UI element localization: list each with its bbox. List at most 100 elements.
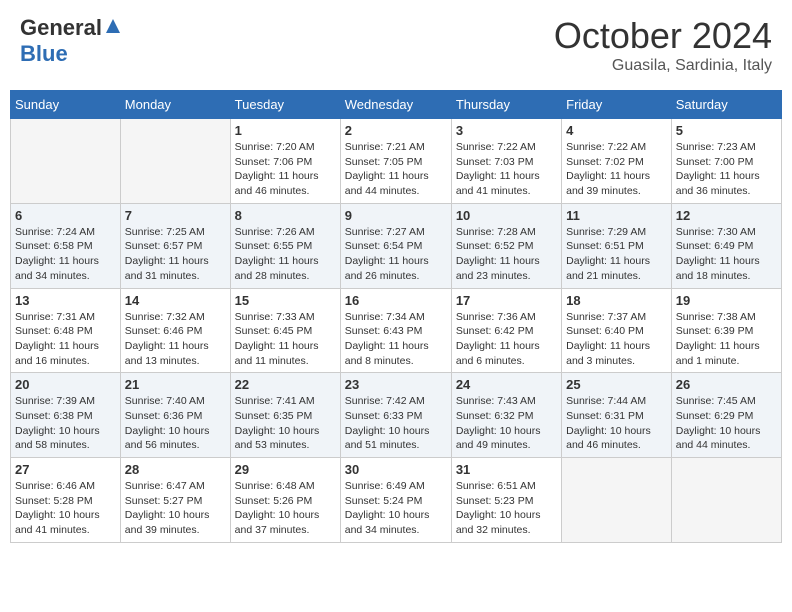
day-number: 4 xyxy=(566,123,667,138)
calendar-header-row: SundayMondayTuesdayWednesdayThursdayFrid… xyxy=(11,91,782,119)
calendar-cell: 20Sunrise: 7:39 AMSunset: 6:38 PMDayligh… xyxy=(11,373,121,458)
day-number: 20 xyxy=(15,377,116,392)
day-number: 28 xyxy=(125,462,226,477)
day-info: Sunrise: 7:42 AMSunset: 6:33 PMDaylight:… xyxy=(345,394,447,453)
day-info: Sunrise: 7:25 AMSunset: 6:57 PMDaylight:… xyxy=(125,225,226,284)
day-info: Sunrise: 7:32 AMSunset: 6:46 PMDaylight:… xyxy=(125,310,226,369)
day-number: 8 xyxy=(235,208,336,223)
day-number: 24 xyxy=(456,377,557,392)
calendar-week-row: 20Sunrise: 7:39 AMSunset: 6:38 PMDayligh… xyxy=(11,373,782,458)
day-info: Sunrise: 7:27 AMSunset: 6:54 PMDaylight:… xyxy=(345,225,447,284)
day-header-monday: Monday xyxy=(120,91,230,119)
calendar-cell: 21 Sunrise: 7:40 AMSunset: 6:36 PMDayligh… xyxy=(120,373,230,458)
day-info: Sunrise: 7:37 AMSunset: 6:40 PMDaylight:… xyxy=(566,310,667,369)
logo-blue-text: Blue xyxy=(20,41,68,67)
calendar-cell: 17 Sunrise: 7:36 AMSunset: 6:42 PMDayligh… xyxy=(451,288,561,373)
day-info: Sunrise: 7:44 AMSunset: 6:31 PMDaylight:… xyxy=(566,394,667,453)
day-info: Sunrise: 7:28 AMSunset: 6:52 PMDaylight:… xyxy=(456,225,557,284)
logo-general-text: General xyxy=(20,15,102,41)
day-info: Sunrise: 7:20 AMSunset: 7:06 PMDaylight:… xyxy=(235,140,336,199)
logo-triangle-icon xyxy=(104,17,122,35)
day-number: 6 xyxy=(15,208,116,223)
calendar-cell: 23 Sunrise: 7:42 AMSunset: 6:33 PMDayligh… xyxy=(340,373,451,458)
day-number: 11 xyxy=(566,208,667,223)
location-text: Guasila, Sardinia, Italy xyxy=(554,57,772,75)
day-info: Sunrise: 7:22 AMSunset: 7:03 PMDaylight:… xyxy=(456,140,557,199)
day-number: 10 xyxy=(456,208,557,223)
day-header-wednesday: Wednesday xyxy=(340,91,451,119)
day-info: Sunrise: 7:30 AMSunset: 6:49 PMDaylight:… xyxy=(676,225,777,284)
calendar-cell: 13 Sunrise: 7:31 AMSunset: 6:48 PMDayligh… xyxy=(11,288,121,373)
calendar-cell: 30 Sunrise: 6:49 AMSunset: 5:24 PMDayligh… xyxy=(340,458,451,543)
day-header-tuesday: Tuesday xyxy=(230,91,340,119)
day-number: 22 xyxy=(235,377,336,392)
day-number: 26 xyxy=(676,377,777,392)
day-info: Sunrise: 7:43 AMSunset: 6:32 PMDaylight:… xyxy=(456,394,557,453)
day-number: 3 xyxy=(456,123,557,138)
calendar-cell: 6 Sunrise: 7:24 AMSunset: 6:58 PMDaylight… xyxy=(11,203,121,288)
title-section: October 2024 Guasila, Sardinia, Italy xyxy=(554,15,772,75)
day-info: Sunrise: 7:29 AMSunset: 6:51 PMDaylight:… xyxy=(566,225,667,284)
day-number: 1 xyxy=(235,123,336,138)
calendar-cell xyxy=(671,458,781,543)
calendar-cell: 26 Sunrise: 7:45 AMSunset: 6:29 PMDayligh… xyxy=(671,373,781,458)
calendar-table: SundayMondayTuesdayWednesdayThursdayFrid… xyxy=(10,90,782,543)
day-info: Sunrise: 7:24 AMSunset: 6:58 PMDaylight:… xyxy=(15,225,116,284)
day-info: Sunrise: 6:48 AMSunset: 5:26 PMDaylight:… xyxy=(235,479,336,538)
page-header: General Blue October 2024 Guasila, Sardi… xyxy=(10,10,782,80)
day-number: 14 xyxy=(125,293,226,308)
day-number: 29 xyxy=(235,462,336,477)
month-title: October 2024 xyxy=(554,15,772,57)
calendar-cell: 15 Sunrise: 7:33 AMSunset: 6:45 PMDayligh… xyxy=(230,288,340,373)
day-info: Sunrise: 7:38 AMSunset: 6:39 PMDaylight:… xyxy=(676,310,777,369)
calendar-cell: 3 Sunrise: 7:22 AMSunset: 7:03 PMDaylight… xyxy=(451,119,561,204)
logo: General Blue xyxy=(20,15,122,67)
day-header-friday: Friday xyxy=(562,91,672,119)
calendar-cell xyxy=(562,458,672,543)
day-number: 12 xyxy=(676,208,777,223)
calendar-week-row: 1 Sunrise: 7:20 AMSunset: 7:06 PMDaylight… xyxy=(11,119,782,204)
calendar-cell: 22 Sunrise: 7:41 AMSunset: 6:35 PMDayligh… xyxy=(230,373,340,458)
day-info: Sunrise: 7:41 AMSunset: 6:35 PMDaylight:… xyxy=(235,394,336,453)
day-info: Sunrise: 7:40 AMSunset: 6:36 PMDaylight:… xyxy=(125,394,226,453)
day-info: Sunrise: 6:49 AMSunset: 5:24 PMDaylight:… xyxy=(345,479,447,538)
day-number: 21 xyxy=(125,377,226,392)
day-info: Sunrise: 7:33 AMSunset: 6:45 PMDaylight:… xyxy=(235,310,336,369)
calendar-cell: 1 Sunrise: 7:20 AMSunset: 7:06 PMDaylight… xyxy=(230,119,340,204)
calendar-cell: 7 Sunrise: 7:25 AMSunset: 6:57 PMDaylight… xyxy=(120,203,230,288)
day-number: 31 xyxy=(456,462,557,477)
day-number: 15 xyxy=(235,293,336,308)
calendar-cell xyxy=(120,119,230,204)
calendar-cell: 4 Sunrise: 7:22 AMSunset: 7:02 PMDaylight… xyxy=(562,119,672,204)
calendar-cell: 14 Sunrise: 7:32 AMSunset: 6:46 PMDayligh… xyxy=(120,288,230,373)
day-number: 17 xyxy=(456,293,557,308)
day-info: Sunrise: 6:51 AMSunset: 5:23 PMDaylight:… xyxy=(456,479,557,538)
calendar-cell: 16Sunrise: 7:34 AMSunset: 6:43 PMDayligh… xyxy=(340,288,451,373)
calendar-cell: 29 Sunrise: 6:48 AMSunset: 5:26 PMDayligh… xyxy=(230,458,340,543)
day-info: Sunrise: 7:45 AMSunset: 6:29 PMDaylight:… xyxy=(676,394,777,453)
calendar-cell: 25 Sunrise: 7:44 AMSunset: 6:31 PMDayligh… xyxy=(562,373,672,458)
day-info: Sunrise: 6:46 AMSunset: 5:28 PMDaylight:… xyxy=(15,479,116,538)
day-number: 2 xyxy=(345,123,447,138)
calendar-cell: 28Sunrise: 6:47 AMSunset: 5:27 PMDayligh… xyxy=(120,458,230,543)
day-info: Sunrise: 7:23 AMSunset: 7:00 PMDaylight:… xyxy=(676,140,777,199)
day-number: 30 xyxy=(345,462,447,477)
calendar-cell: 31 Sunrise: 6:51 AMSunset: 5:23 PMDayligh… xyxy=(451,458,561,543)
day-number: 9 xyxy=(345,208,447,223)
day-number: 27 xyxy=(15,462,116,477)
day-info: Sunrise: 7:31 AMSunset: 6:48 PMDaylight:… xyxy=(15,310,116,369)
day-info: Sunrise: 7:36 AMSunset: 6:42 PMDaylight:… xyxy=(456,310,557,369)
day-info: Sunrise: 7:22 AMSunset: 7:02 PMDaylight:… xyxy=(566,140,667,199)
day-number: 25 xyxy=(566,377,667,392)
day-info: Sunrise: 7:34 AMSunset: 6:43 PMDaylight:… xyxy=(345,310,447,369)
day-header-saturday: Saturday xyxy=(671,91,781,119)
calendar-cell: 18Sunrise: 7:37 AMSunset: 6:40 PMDayligh… xyxy=(562,288,672,373)
calendar-cell: 2 Sunrise: 7:21 AMSunset: 7:05 PMDaylight… xyxy=(340,119,451,204)
day-number: 7 xyxy=(125,208,226,223)
calendar-cell: 8Sunrise: 7:26 AMSunset: 6:55 PMDaylight… xyxy=(230,203,340,288)
calendar-cell: 10 Sunrise: 7:28 AMSunset: 6:52 PMDayligh… xyxy=(451,203,561,288)
day-info: Sunrise: 7:21 AMSunset: 7:05 PMDaylight:… xyxy=(345,140,447,199)
day-number: 23 xyxy=(345,377,447,392)
calendar-cell: 9 Sunrise: 7:27 AMSunset: 6:54 PMDaylight… xyxy=(340,203,451,288)
day-number: 13 xyxy=(15,293,116,308)
